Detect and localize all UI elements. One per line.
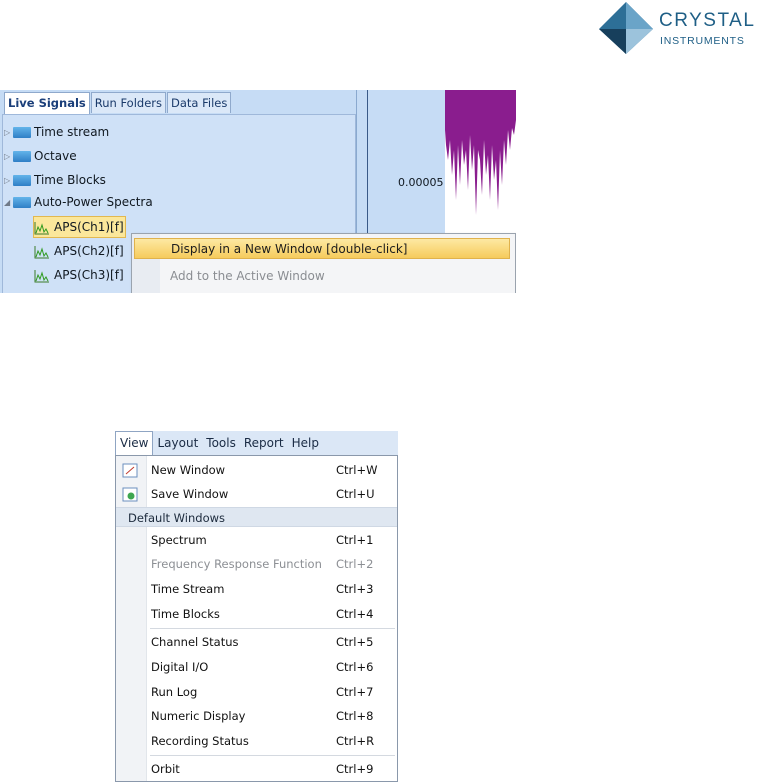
menu-separator xyxy=(150,755,395,756)
menu-item-save-window[interactable]: Save Window Ctrl+U xyxy=(116,482,397,506)
tree-node-label: Octave xyxy=(34,149,77,163)
tree-node-auto-power-spectra[interactable]: ◢ Auto-Power Spectra xyxy=(4,192,153,212)
menu-layout[interactable]: Layout xyxy=(153,431,202,455)
logo-text-crystal: CRYSTAL xyxy=(659,10,756,31)
tree-leaf-label: APS(Ch3)[f] xyxy=(54,268,124,282)
menu-help[interactable]: Help xyxy=(288,431,323,455)
tab-data-files[interactable]: Data Files xyxy=(167,92,232,113)
view-menu-dropdown: New Window Ctrl+W Save Window Ctrl+U Def… xyxy=(115,455,398,782)
menu-group-header: Default Windows xyxy=(116,507,397,527)
logo-text-instruments: INSTRUMENTS xyxy=(660,35,745,47)
signal-group-icon xyxy=(13,127,31,138)
tree-leaf-aps-ch2[interactable]: APS(Ch2)[f] xyxy=(34,241,124,261)
menu-bar: View Layout Tools Report Help xyxy=(115,431,398,456)
tree-node-label: Auto-Power Spectra xyxy=(34,195,153,209)
new-window-icon xyxy=(122,463,138,478)
tree-leaf-label: APS(Ch1)[f] xyxy=(54,220,124,234)
menu-item-orbit[interactable]: Orbit Ctrl+9 xyxy=(116,757,397,781)
spectrum-signal-icon xyxy=(34,269,49,282)
spectrum-signal-icon xyxy=(34,221,49,234)
menu-item-new-window[interactable]: New Window Ctrl+W xyxy=(116,458,397,482)
tree-node-label: Time Blocks xyxy=(34,173,106,187)
tree-node-octave[interactable]: ▷ Octave xyxy=(4,146,77,166)
expand-icon[interactable]: ▷ xyxy=(4,123,12,143)
menu-separator xyxy=(150,628,395,629)
tab-live-signals[interactable]: Live Signals xyxy=(4,92,90,115)
menu-item-frequency-response-function[interactable]: Frequency Response Function Ctrl+2 xyxy=(116,552,397,576)
signal-group-icon xyxy=(13,151,31,162)
tab-run-folders[interactable]: Run Folders xyxy=(90,92,167,113)
menu-item-recording-status[interactable]: Recording Status Ctrl+R xyxy=(116,729,397,753)
tree-leaf-label: APS(Ch2)[f] xyxy=(54,244,124,258)
signal-group-icon xyxy=(13,175,31,186)
menu-item-digital-io[interactable]: Digital I/O Ctrl+6 xyxy=(116,655,397,679)
menu-tools[interactable]: Tools xyxy=(202,431,240,455)
menu-item-numeric-display[interactable]: Numeric Display Ctrl+8 xyxy=(116,704,397,728)
collapse-icon[interactable]: ◢ xyxy=(4,193,12,213)
explorer-tabs: Live Signals Run Folders Data Files xyxy=(4,92,232,115)
menu-item-add-to-active-window[interactable]: Add to the Active Window xyxy=(134,266,510,287)
signal-group-icon xyxy=(13,197,31,208)
signal-explorer-screenshot: Live Signals Run Folders Data Files ▷ Tim… xyxy=(0,90,516,293)
crystal-instruments-logo: CRYSTAL INSTRUMENTS xyxy=(597,2,769,54)
logo-diamond-icon xyxy=(599,2,653,54)
menu-view[interactable]: View xyxy=(115,431,154,456)
tree-node-time-stream[interactable]: ▷ Time stream xyxy=(4,122,109,142)
menu-item-spectrum[interactable]: Spectrum Ctrl+1 xyxy=(116,528,397,552)
menu-item-time-blocks[interactable]: Time Blocks Ctrl+4 xyxy=(116,602,397,626)
tree-node-label: Time stream xyxy=(34,125,110,139)
save-window-icon xyxy=(122,487,138,502)
tree-leaf-aps-ch1[interactable]: APS(Ch1)[f] xyxy=(33,216,126,238)
menu-item-time-stream[interactable]: Time Stream Ctrl+3 xyxy=(116,577,397,601)
menu-item-run-log[interactable]: Run Log Ctrl+7 xyxy=(116,680,397,704)
tree-leaf-aps-ch3[interactable]: APS(Ch3)[f] xyxy=(34,265,124,285)
expand-icon[interactable]: ▷ xyxy=(4,171,12,191)
view-menu-screenshot: View Layout Tools Report Help New Window… xyxy=(115,431,398,782)
spectrum-signal-icon xyxy=(34,245,49,258)
tree-node-time-blocks[interactable]: ▷ Time Blocks xyxy=(4,170,106,190)
expand-icon[interactable]: ▷ xyxy=(4,147,12,167)
menu-report[interactable]: Report xyxy=(240,431,288,455)
menu-item-display-in-new-window[interactable]: Display in a New Window [double-click] xyxy=(134,238,510,259)
y-axis-tick-label: 0.00005 xyxy=(398,176,444,189)
context-menu: Display in a New Window [double-click] A… xyxy=(131,233,516,293)
menu-item-channel-status[interactable]: Channel Status Ctrl+5 xyxy=(116,630,397,654)
